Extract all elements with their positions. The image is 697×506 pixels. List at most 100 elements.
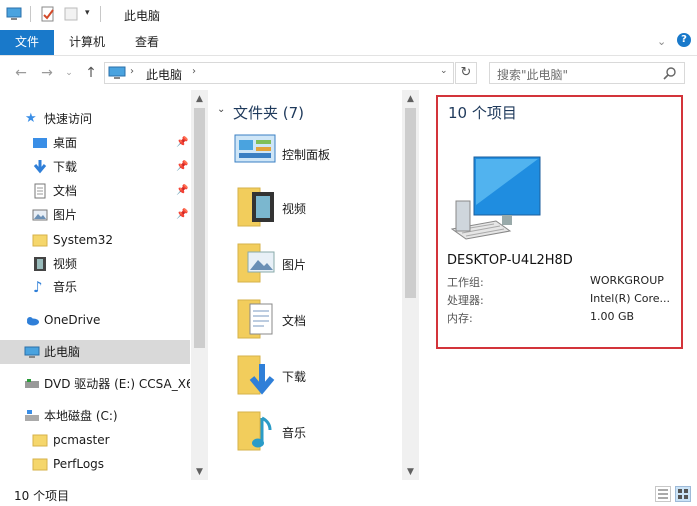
computer-name: DESKTOP-U4L2H8D xyxy=(447,253,573,268)
folder-label: 图片 xyxy=(282,258,307,272)
scroll-up-icon[interactable]: ▲ xyxy=(402,91,419,108)
download-icon xyxy=(33,160,47,174)
nav-label: 本地磁盘 (C:) xyxy=(44,409,118,423)
nav-item-desktop[interactable]: 桌面 📌 xyxy=(0,131,190,155)
scroll-down-icon[interactable]: ▼ xyxy=(191,464,208,481)
address-dropdown-icon[interactable]: ⌄ xyxy=(440,66,448,76)
tab-view[interactable]: 查看 xyxy=(135,30,159,55)
nav-label: pcmaster xyxy=(53,433,110,447)
nav-item-music[interactable]: ♪ 音乐 xyxy=(0,275,190,299)
scroll-down-icon[interactable]: ▼ xyxy=(402,464,419,481)
nav-label: 此电脑 xyxy=(44,345,81,359)
dvd-drive-icon xyxy=(25,379,39,388)
nav-label: 下载 xyxy=(53,160,78,174)
up-arrow-icon[interactable]: ↑ xyxy=(82,64,100,82)
tab-file[interactable]: 文件 xyxy=(0,30,54,55)
help-icon[interactable]: ? xyxy=(677,33,691,47)
breadcrumb[interactable]: 此电脑 xyxy=(146,66,182,83)
nav-scrollbar-thumb[interactable] xyxy=(194,108,205,348)
prop-memory-label: 内存: xyxy=(447,312,473,325)
folder-label: 控制面板 xyxy=(282,148,331,162)
desktop-computer-icon xyxy=(450,156,541,240)
folder-icon xyxy=(32,458,48,471)
refresh-button[interactable]: ↻ xyxy=(455,62,477,84)
pictures-icon xyxy=(32,209,48,221)
cloud-icon xyxy=(27,317,39,326)
nav-local-disk[interactable]: 本地磁盘 (C:) xyxy=(0,404,190,428)
nav-label: DVD 驱动器 (E:) CCSA_X64 xyxy=(44,377,190,391)
nav-label: 桌面 xyxy=(53,136,78,150)
nav-this-pc[interactable]: 此电脑 xyxy=(0,340,190,364)
tab-computer[interactable]: 计算机 xyxy=(69,30,105,55)
explorer-window: ▾ 此电脑 文件 计算机 查看 ⌄ ? ← → ⌄ ↑ › 此电脑 › ⌄ ↻ … xyxy=(0,0,697,506)
search-placeholder: 搜索"此电脑" xyxy=(497,68,569,82)
nav-folder-pcmaster[interactable]: pcmaster xyxy=(0,428,190,452)
nav-label: OneDrive xyxy=(44,313,101,327)
pin-icon: 📌 xyxy=(176,137,189,148)
folder-icon xyxy=(32,234,48,247)
desktop-icon xyxy=(33,138,47,148)
title-bar: ▾ 此电脑 xyxy=(0,0,697,30)
customize-qat-icon[interactable]: ▾ xyxy=(85,8,90,18)
back-arrow-icon[interactable]: ← xyxy=(12,64,30,82)
star-icon: ★ xyxy=(25,111,37,126)
nav-label: 音乐 xyxy=(53,280,78,294)
music-folder-icon xyxy=(237,411,272,451)
nav-label: PerfLogs xyxy=(53,457,105,471)
folder-item-music[interactable]: 音乐 xyxy=(230,406,400,458)
documents-folder-icon xyxy=(237,299,273,339)
nav-item-system32[interactable]: System32 xyxy=(0,228,190,252)
recent-locations-icon[interactable]: ⌄ xyxy=(60,64,78,82)
window-title: 此电脑 xyxy=(124,9,161,23)
nav-item-videos[interactable]: 视频 xyxy=(0,252,190,276)
nav-item-documents[interactable]: 文档 📌 xyxy=(0,179,190,203)
pin-icon: 📌 xyxy=(176,185,189,196)
pin-icon: 📌 xyxy=(176,209,189,220)
nav-item-downloads[interactable]: 下载 📌 xyxy=(0,155,190,179)
video-icon xyxy=(34,257,46,271)
large-icons-view-icon[interactable] xyxy=(675,486,691,502)
details-view-icon[interactable] xyxy=(655,486,671,502)
forward-arrow-icon[interactable]: → xyxy=(38,64,56,82)
folder-item-downloads[interactable]: 下载 xyxy=(230,350,400,402)
prop-memory-value: 1.00 GB xyxy=(590,310,635,323)
nav-dvd-drive[interactable]: DVD 驱动器 (E:) CCSA_X64 xyxy=(0,372,190,396)
downloads-folder-icon xyxy=(237,355,275,395)
folder-item-documents[interactable]: 文档 xyxy=(230,294,400,346)
pictures-folder-icon xyxy=(237,243,275,283)
content-scrollbar-thumb[interactable] xyxy=(405,108,416,298)
nav-item-pictures[interactable]: 图片 📌 xyxy=(0,203,190,227)
prop-processor-value: Intel(R) Core... xyxy=(590,292,671,305)
videos-folder-icon xyxy=(237,187,274,227)
music-note-icon: ♪ xyxy=(33,278,43,296)
folder-item-control-panel[interactable]: 控制面板 xyxy=(230,128,400,180)
nav-onedrive[interactable]: OneDrive xyxy=(0,308,190,332)
hard-drive-icon xyxy=(25,410,39,421)
folder-icon xyxy=(32,434,48,447)
status-item-count: 10 个项目 xyxy=(14,489,70,503)
new-folder-icon[interactable] xyxy=(63,6,79,22)
folder-label: 下载 xyxy=(282,370,307,384)
search-icon[interactable] xyxy=(663,66,677,80)
pin-icon: 📌 xyxy=(176,161,189,172)
nav-folder-perflogs[interactable]: PerfLogs xyxy=(0,452,190,476)
nav-quick-access[interactable]: ★ 快速访问 xyxy=(0,107,190,131)
chevron-down-icon[interactable]: ⌄ xyxy=(217,104,225,115)
group-header-folders[interactable]: 文件夹 (7) xyxy=(233,102,304,123)
prop-processor-label: 处理器: xyxy=(447,294,484,307)
chevron-right-icon[interactable]: › xyxy=(130,66,134,77)
prop-workgroup-label: 工作组: xyxy=(447,276,484,289)
expand-ribbon-icon[interactable]: ⌄ xyxy=(657,35,666,48)
computer-icon xyxy=(24,346,40,358)
nav-label: 快速访问 xyxy=(44,112,93,126)
nav-label: System32 xyxy=(53,233,114,247)
computer-icon[interactable] xyxy=(6,6,22,22)
folder-label: 文档 xyxy=(282,314,307,328)
prop-workgroup-value: WORKGROUP xyxy=(590,274,664,287)
scroll-up-icon[interactable]: ▲ xyxy=(191,91,208,108)
nav-label: 图片 xyxy=(53,208,78,222)
properties-icon[interactable] xyxy=(40,6,56,22)
chevron-right-icon[interactable]: › xyxy=(192,66,196,77)
folder-item-videos[interactable]: 视频 xyxy=(230,182,400,234)
folder-item-pictures[interactable]: 图片 xyxy=(230,238,400,290)
